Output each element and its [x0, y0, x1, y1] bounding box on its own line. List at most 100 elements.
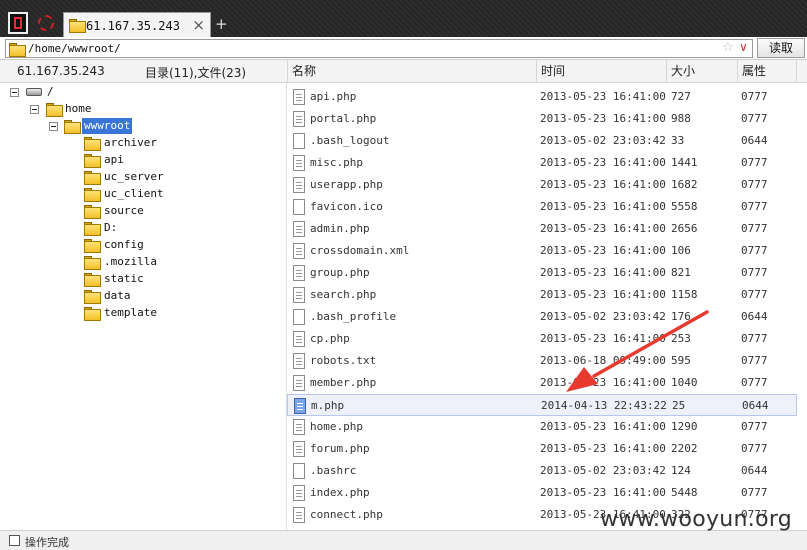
tree-label: template	[104, 306, 157, 319]
file-row[interactable]: portal.php 2013-05-23 16:41:00 988 0777	[287, 108, 797, 130]
tree-node-folder[interactable]: .mozilla	[84, 254, 184, 270]
collapse-icon[interactable]	[10, 88, 19, 97]
file-size: 595	[671, 354, 691, 367]
file-row[interactable]: m.php 2014-04-13 22:43:22 25 0644	[287, 394, 797, 416]
tab-host[interactable]: 61.167.35.243 ×	[63, 12, 211, 37]
tab-close-icon[interactable]: ×	[192, 16, 205, 34]
tree-node-wwwroot[interactable]: wwwroot	[49, 118, 149, 134]
app-menu-icon[interactable]	[8, 12, 28, 34]
file-time: 2013-05-23 16:41:00	[540, 178, 666, 191]
file-attr: 0644	[741, 134, 768, 147]
status-bar: 操作完成	[0, 530, 807, 550]
tree-label-selected: wwwroot	[82, 118, 133, 134]
tree-label: archiver	[104, 136, 157, 149]
file-size: 821	[671, 266, 691, 279]
file-attr: 0644	[742, 399, 769, 412]
file-name: misc.php	[310, 156, 363, 169]
file-time: 2013-05-02 23:03:42	[540, 464, 666, 477]
file-row[interactable]: admin.php 2013-05-23 16:41:00 2656 0777	[287, 218, 797, 240]
path-dropdown-icon[interactable]: ∨	[739, 40, 748, 54]
file-size: 1290	[671, 420, 698, 433]
new-tab-button[interactable]: +	[215, 15, 228, 33]
file-row[interactable]: member.php 2013-05-23 16:41:00 1040 0777	[287, 372, 797, 394]
drive-icon	[26, 88, 42, 96]
collapse-icon[interactable]	[30, 105, 39, 114]
file-time: 2013-05-23 16:41:00	[540, 200, 666, 213]
file-row[interactable]: .bash_logout 2013-05-02 23:03:42 33 0644	[287, 130, 797, 152]
file-row[interactable]: misc.php 2013-05-23 16:41:00 1441 0777	[287, 152, 797, 174]
file-icon	[293, 463, 305, 479]
file-name: admin.php	[310, 222, 370, 235]
file-row[interactable]: forum.php 2013-05-23 16:41:00 2202 0777	[287, 438, 797, 460]
file-name: crossdomain.xml	[310, 244, 410, 257]
file-size: 1158	[671, 288, 698, 301]
file-attr: 0777	[741, 266, 768, 279]
tree-node-folder[interactable]: source	[84, 203, 184, 219]
column-time[interactable]: 时间	[536, 60, 666, 82]
tree-node-folder[interactable]: static	[84, 271, 184, 287]
file-time: 2013-05-23 16:41:00	[540, 222, 666, 235]
file-row[interactable]: api.php 2013-05-23 16:41:00 727 0777	[287, 86, 797, 108]
file-name: robots.txt	[310, 354, 377, 367]
tree-node-folder[interactable]: api	[84, 152, 184, 168]
tree-node-folder[interactable]: archiver	[84, 135, 184, 151]
file-time: 2013-05-02 23:03:42	[540, 134, 666, 147]
column-attr[interactable]: 属性	[737, 60, 797, 82]
tree-node-folder[interactable]: config	[84, 237, 184, 253]
tree-node-root[interactable]: /	[10, 84, 90, 100]
file-icon	[293, 419, 305, 435]
file-attr: 0777	[741, 442, 768, 455]
tree-node-folder[interactable]: uc_client	[84, 186, 184, 202]
file-name: favicon.ico	[310, 200, 383, 213]
tree-node-folder[interactable]: data	[84, 288, 184, 304]
path-input[interactable]	[28, 41, 708, 56]
collapse-icon[interactable]	[49, 122, 58, 131]
tree-node-home[interactable]: home	[30, 101, 110, 117]
file-size: 1040	[671, 376, 698, 389]
file-row[interactable]: crossdomain.xml 2013-05-23 16:41:00 106 077…	[287, 240, 797, 262]
file-size: 727	[671, 90, 691, 103]
file-row[interactable]: cp.php 2013-05-23 16:41:00 253 0777	[287, 328, 797, 350]
file-row[interactable]: group.php 2013-05-23 16:41:00 821 0777	[287, 262, 797, 284]
file-icon	[293, 353, 305, 369]
file-icon	[293, 287, 305, 303]
tab-label: 61.167.35.243	[86, 19, 180, 33]
file-attr: 0644	[741, 310, 768, 323]
file-attr: 0777	[741, 112, 768, 125]
read-button[interactable]: 读取	[757, 38, 805, 58]
tree-node-folder[interactable]: uc_server	[84, 169, 184, 185]
file-row[interactable]: userapp.php 2013-05-23 16:41:00 1682 0777	[287, 174, 797, 196]
file-size: 124	[671, 464, 691, 477]
dir-file-summary: 目录(11),文件(23)	[145, 66, 247, 80]
status-icon	[9, 535, 20, 546]
file-name: .bashrc	[310, 464, 357, 477]
file-row[interactable]: index.php 2013-05-23 16:41:00 5448 0777	[287, 482, 797, 504]
file-icon	[293, 243, 305, 259]
shell-manager-window: 61.167.35.243 × + ☆ ∨ 读取 61.167.35.243 目…	[0, 0, 807, 550]
tree-label: data	[104, 289, 131, 302]
tree-label: static	[104, 272, 144, 285]
file-row[interactable]: search.php 2013-05-23 16:41:00 1158 0777	[287, 284, 797, 306]
file-icon	[293, 133, 305, 149]
column-name[interactable]: 名称	[287, 60, 536, 82]
folder-icon	[84, 154, 101, 168]
file-row[interactable]: robots.txt 2013-06-18 09:49:00 595 0777	[287, 350, 797, 372]
tree-label: home	[65, 102, 92, 115]
file-icon	[293, 375, 305, 391]
file-size: 176	[671, 310, 691, 323]
folder-icon	[84, 137, 101, 151]
file-attr: 0777	[741, 90, 768, 103]
bookmark-star-icon[interactable]: ☆	[722, 40, 734, 55]
file-row[interactable]: .bash_profile 2013-05-02 23:03:42 176 0644	[287, 306, 797, 328]
file-attr: 0777	[741, 332, 768, 345]
tree-node-folder[interactable]: D:	[84, 220, 184, 236]
file-row[interactable]: favicon.ico 2013-05-23 16:41:00 5558 0777	[287, 196, 797, 218]
column-size[interactable]: 大小	[666, 60, 737, 82]
tree-label: .mozilla	[104, 255, 157, 268]
file-name: group.php	[310, 266, 370, 279]
tree-node-folder[interactable]: template	[84, 305, 184, 321]
tree-label: D:	[104, 221, 118, 234]
file-row[interactable]: .bashrc 2013-05-02 23:03:42 124 0644	[287, 460, 797, 482]
file-row[interactable]: home.php 2013-05-23 16:41:00 1290 0777	[287, 416, 797, 438]
file-size: 1441	[671, 156, 698, 169]
